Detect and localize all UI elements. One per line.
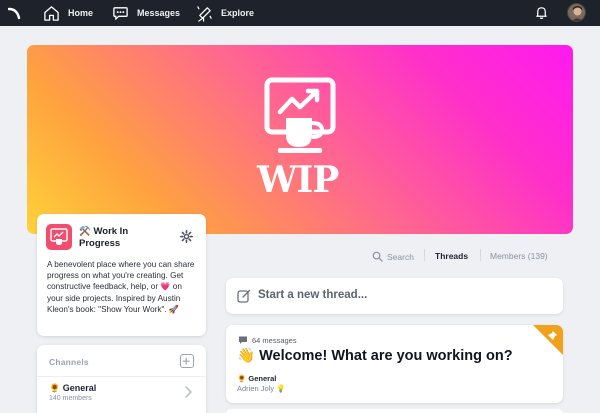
- channel-member-count: 140 members: [49, 395, 92, 402]
- tab-search-label: Search: [387, 251, 414, 262]
- top-navigation: Home Messages Explore: [0, 0, 600, 26]
- new-thread-button[interactable]: Start a new thread...: [226, 278, 563, 314]
- channels-card: Channels 🌻 General 140 members: [37, 345, 206, 413]
- community-description: A benevolent place where you can share p…: [47, 260, 195, 314]
- tab-threads[interactable]: Threads: [435, 251, 468, 261]
- nav-explore-label: Explore: [221, 8, 255, 18]
- avatar[interactable]: [567, 3, 586, 22]
- messages-icon: [113, 6, 128, 20]
- logo-icon[interactable]: [8, 6, 22, 20]
- thread-message-count: 64 messages: [238, 335, 297, 345]
- community-name: ⚒️ Work In Progress: [79, 226, 129, 249]
- community-avatar[interactable]: [46, 224, 72, 250]
- banner-wordmark: WIP: [257, 159, 339, 201]
- wip-logo-icon: [264, 77, 336, 153]
- tab-search[interactable]: Search: [372, 251, 414, 262]
- community-banner: WIP: [27, 45, 573, 234]
- bell-icon[interactable]: [534, 5, 549, 20]
- thread-card-next[interactable]: [226, 409, 563, 413]
- thread-author[interactable]: Adrien Joly 💡: [237, 384, 286, 393]
- nav-home[interactable]: Home: [43, 0, 93, 26]
- tab-divider: [424, 249, 425, 261]
- add-channel-button[interactable]: [180, 354, 194, 368]
- channel-name: 🌻 General: [49, 383, 97, 393]
- gear-icon[interactable]: [180, 230, 193, 243]
- nav-messages[interactable]: Messages: [112, 0, 180, 26]
- tab-members[interactable]: Members (139): [490, 251, 548, 261]
- message-icon: [239, 336, 247, 344]
- nav-messages-label: Messages: [137, 8, 181, 18]
- nav-explore[interactable]: Explore: [196, 0, 254, 26]
- compose-icon: [237, 289, 251, 303]
- community-info-card: ⚒️ Work In Progress A benevolent place w…: [37, 214, 206, 336]
- tab-divider: [480, 249, 481, 261]
- thread-title[interactable]: 👋 Welcome! What are you working on?: [237, 347, 513, 364]
- plus-icon: [182, 357, 190, 365]
- chevron-right-icon: [185, 386, 192, 398]
- channel-item-general[interactable]: 🌻 General 140 members: [37, 376, 206, 408]
- thread-card[interactable]: 64 messages 👋 Welcome! What are you work…: [226, 325, 563, 403]
- channels-title: Channels: [49, 357, 89, 367]
- thread-count-label: 64 messages: [252, 335, 297, 345]
- search-icon: [372, 251, 383, 262]
- home-icon: [44, 5, 59, 21]
- new-thread-label: Start a new thread...: [258, 289, 368, 301]
- thread-channel: 🌻 General: [237, 374, 277, 383]
- nav-home-label: Home: [68, 8, 94, 18]
- pin-icon: [533, 325, 563, 355]
- explore-icon: [197, 5, 212, 22]
